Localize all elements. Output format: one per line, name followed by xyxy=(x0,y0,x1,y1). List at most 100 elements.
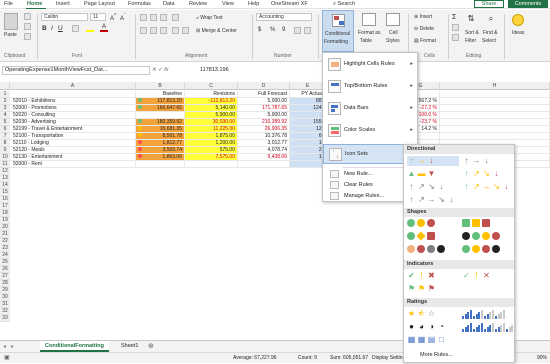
cell-e10[interactable]: 1, xyxy=(290,154,326,161)
cell-b1[interactable]: Baseline xyxy=(136,91,185,98)
row-header[interactable]: 27 xyxy=(0,273,10,280)
cut-icon[interactable] xyxy=(24,13,31,20)
paste-icon[interactable] xyxy=(4,13,18,30)
tab-view[interactable]: View xyxy=(222,1,234,7)
icon-set-option[interactable]: ↑ ↗ → ↘ ↓ xyxy=(407,195,459,205)
delete-cells-button[interactable]: ⊖ Delete xyxy=(414,26,434,32)
row-header[interactable]: 7 xyxy=(0,133,10,140)
sheet-tab-sheet1[interactable]: Sheet1 xyxy=(116,341,143,352)
cell-c3[interactable]: 5,140.00 xyxy=(185,105,238,112)
italic-icon[interactable]: I xyxy=(51,25,53,32)
sort-filter-icon[interactable]: ⇅ xyxy=(466,14,476,26)
prev-sheet-icon[interactable]: ◂ xyxy=(3,343,6,350)
tab-data[interactable]: Data xyxy=(163,1,175,7)
bold-icon[interactable]: B xyxy=(42,25,47,32)
cell-d3[interactable]: 171,787.65 xyxy=(238,105,290,112)
underline-icon[interactable]: U xyxy=(58,25,63,32)
column-header-b[interactable]: B xyxy=(136,82,185,90)
paste-label[interactable]: Paste xyxy=(4,32,17,38)
cell-styles-label[interactable]: Cell xyxy=(389,30,398,36)
cell-e9[interactable]: 2, xyxy=(290,147,326,154)
icon-set-option[interactable]: ⚑ ⚑ ⚑ xyxy=(407,284,459,294)
sort-filter-label[interactable]: Sort & xyxy=(465,30,479,36)
add-sheet-icon[interactable]: ⊕ xyxy=(148,342,154,350)
row-header[interactable]: 26 xyxy=(0,266,10,273)
align-center-icon[interactable] xyxy=(150,27,157,34)
column-header-c[interactable]: C xyxy=(185,82,238,90)
sheet-tab-conditional-formatting[interactable]: ConditionalFormatting xyxy=(40,341,109,352)
cell-h3[interactable] xyxy=(440,105,550,112)
cell-c5[interactable]: 30,030.00 xyxy=(185,119,238,126)
cell-c10[interactable]: 7,575.00 xyxy=(185,154,238,161)
row-header[interactable]: 28 xyxy=(0,280,10,287)
font-color-icon[interactable]: A xyxy=(100,24,108,32)
icon-set-option[interactable]: ✓! ✕ xyxy=(462,271,514,281)
icon-set-option[interactable]: ↑ ↗ ↘ ↓ xyxy=(462,169,514,179)
column-header-e[interactable]: E xyxy=(290,82,326,90)
cell-h1[interactable] xyxy=(440,91,550,98)
orientation-icon[interactable] xyxy=(172,14,179,21)
autosum-icon[interactable]: Σ xyxy=(452,14,456,21)
cell-c1[interactable]: Revisions xyxy=(185,91,238,98)
menu-top-bottom-rules[interactable]: Top/Bottom Rules ▸ xyxy=(323,77,417,97)
align-right-icon[interactable] xyxy=(160,27,167,34)
icon-set-option[interactable] xyxy=(462,322,516,332)
menu-color-scales[interactable]: Color Scales ▸ xyxy=(323,121,417,141)
zoom-level[interactable]: 90% xyxy=(537,353,547,364)
search-box[interactable]: ⌕ Search xyxy=(333,1,355,8)
row-header[interactable]: 22 xyxy=(0,238,10,245)
font-size-select[interactable]: 11 xyxy=(90,13,106,21)
fill-color-icon[interactable] xyxy=(86,25,94,32)
cell-c8[interactable]: 1,200.00 xyxy=(185,140,238,147)
format-as-table-label2[interactable]: Table xyxy=(360,38,372,44)
cell-d1[interactable]: Full Forecast xyxy=(238,91,290,98)
increase-decimal-icon[interactable] xyxy=(294,27,301,34)
icon-set-option[interactable] xyxy=(407,245,459,255)
row-header[interactable]: 15 xyxy=(0,189,10,196)
icon-set-option[interactable]: ★ ⯪ ☆ xyxy=(407,309,459,319)
row-header[interactable]: 30 xyxy=(0,294,10,301)
row-header[interactable]: 32 xyxy=(0,308,10,315)
row-header[interactable]: 8 xyxy=(0,140,10,147)
row-header[interactable]: 1 xyxy=(0,91,10,98)
icon-set-option[interactable] xyxy=(462,309,514,319)
cell-b7[interactable]: 8,501.78 xyxy=(136,133,185,140)
icon-set-option[interactable]: ↑ ↗ → ↘ ↓ xyxy=(462,182,514,192)
icon-set-option[interactable]: ↑ ↗ ↘ ↓ xyxy=(407,182,459,192)
cell-a1[interactable] xyxy=(10,91,136,98)
cell-c9[interactable]: 575.00 xyxy=(185,147,238,154)
row-header[interactable]: 25 xyxy=(0,259,10,266)
ideas-icon[interactable] xyxy=(512,14,524,26)
icon-set-option[interactable]: ▦ ▦ ▤ □ xyxy=(407,335,459,345)
fx-label[interactable]: fx xyxy=(164,67,168,73)
cell-styles-icon[interactable] xyxy=(386,13,400,26)
comma-icon[interactable]: 9 xyxy=(282,27,285,33)
row-header[interactable]: 33 xyxy=(0,315,10,322)
cell-b8[interactable]: 1,812.77 xyxy=(136,140,185,147)
cell-h7[interactable] xyxy=(440,133,550,140)
cell-b6[interactable]: 15,681.35 xyxy=(136,126,185,133)
row-header[interactable]: 21 xyxy=(0,231,10,238)
cell-b10[interactable]: 1,863.06 xyxy=(136,154,185,161)
find-select-label2[interactable]: Select xyxy=(482,38,496,44)
cell-d6[interactable]: 26,906.35 xyxy=(238,126,290,133)
row-header[interactable]: 5 xyxy=(0,119,10,126)
row-header[interactable]: 17 xyxy=(0,203,10,210)
row-header[interactable]: 23 xyxy=(0,245,10,252)
cell-c11[interactable] xyxy=(185,161,238,168)
row-header[interactable]: 11 xyxy=(0,161,10,168)
align-top-icon[interactable] xyxy=(140,14,147,21)
cell-c6[interactable]: 11,225.00 xyxy=(185,126,238,133)
icon-set-option[interactable]: ↑ → ↓ xyxy=(462,156,514,166)
cell-e3[interactable]: 124, xyxy=(290,105,326,112)
cell-d9[interactable]: 4,078.74 xyxy=(238,147,290,154)
column-header-a[interactable]: A xyxy=(10,82,136,90)
row-header[interactable]: 12 xyxy=(0,168,10,175)
clear-icon[interactable] xyxy=(452,34,459,41)
cell-a8[interactable]: 52110 - Lodging xyxy=(10,140,136,147)
cell-e11[interactable] xyxy=(290,161,326,168)
tab-help[interactable]: Help xyxy=(248,1,259,7)
row-header[interactable]: 4 xyxy=(0,112,10,119)
cell-e7[interactable]: 6, xyxy=(290,133,326,140)
row-header[interactable]: 10 xyxy=(0,154,10,161)
